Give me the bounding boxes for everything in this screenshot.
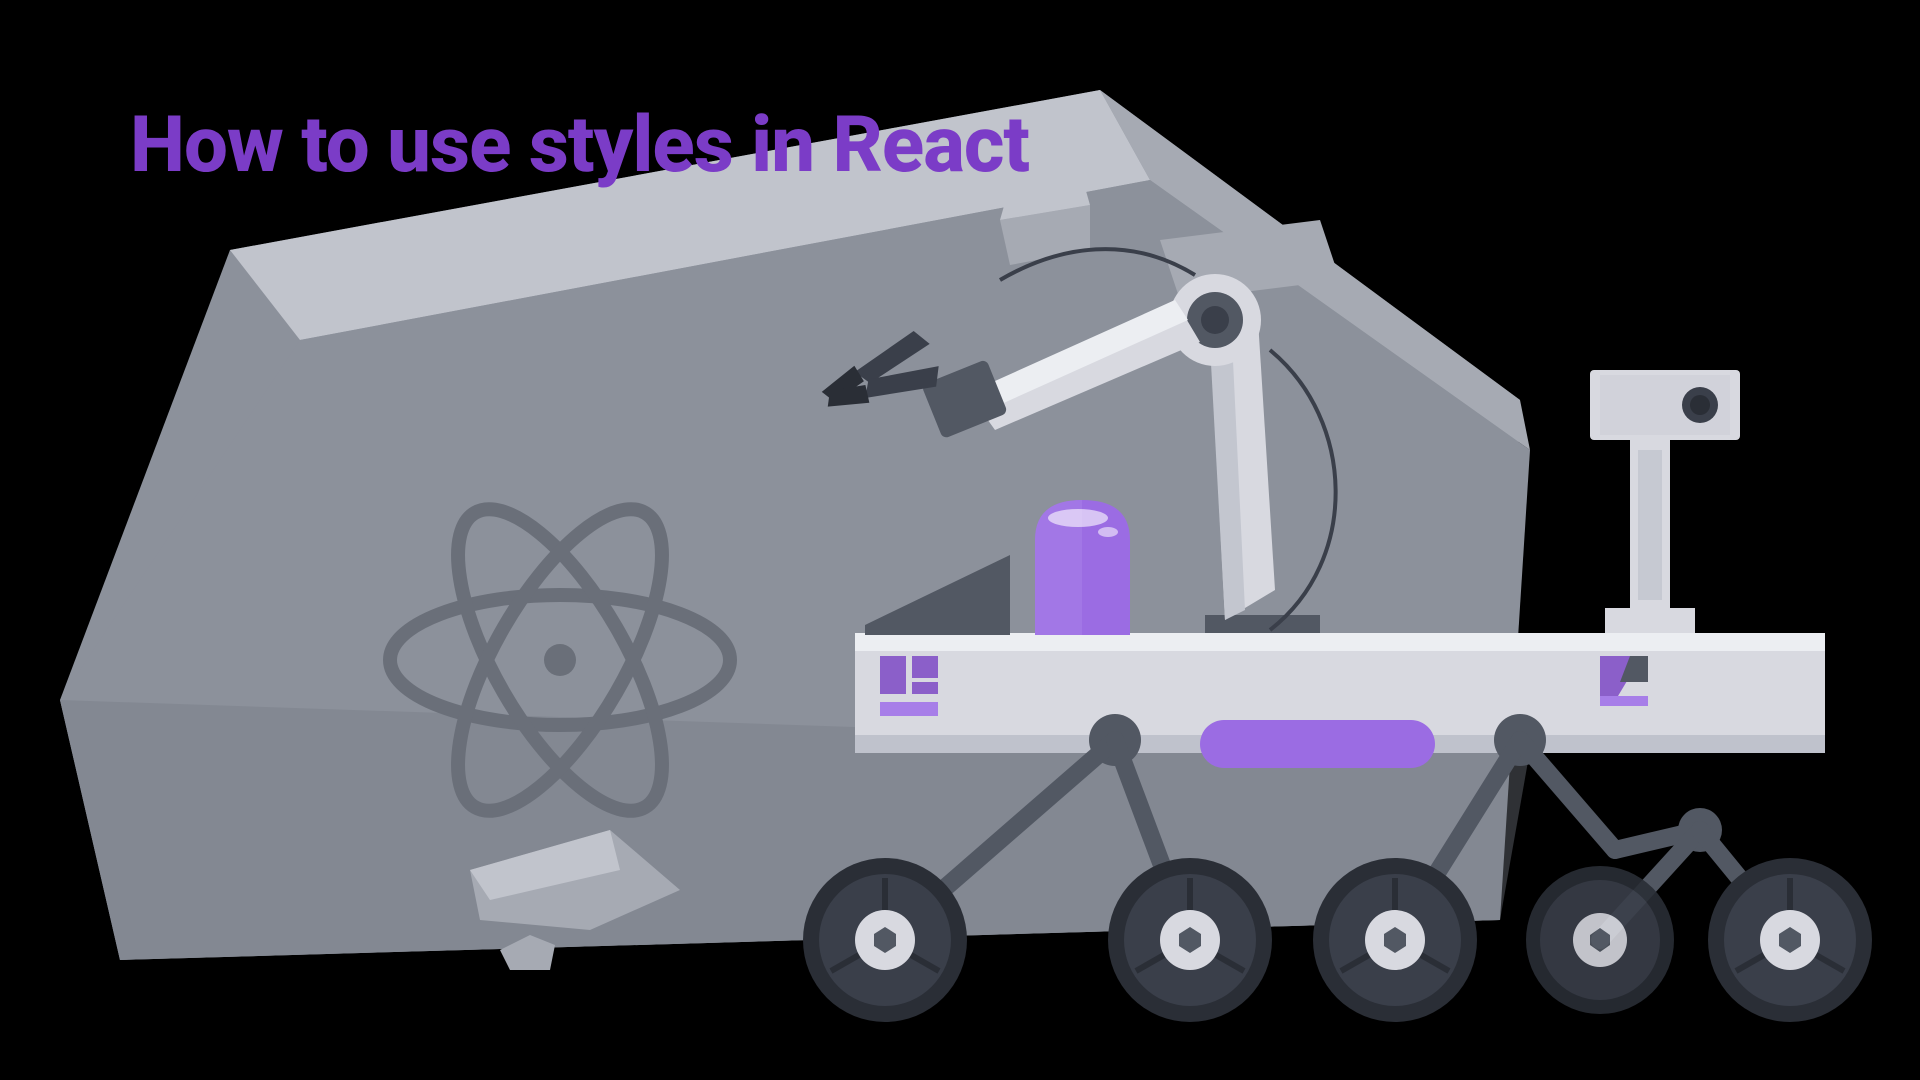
rover-camera-mast <box>1590 370 1740 634</box>
rock-illustration <box>60 90 1530 970</box>
page-title: How to use styles in React <box>130 100 1029 191</box>
rover-decal-right <box>1600 656 1648 706</box>
